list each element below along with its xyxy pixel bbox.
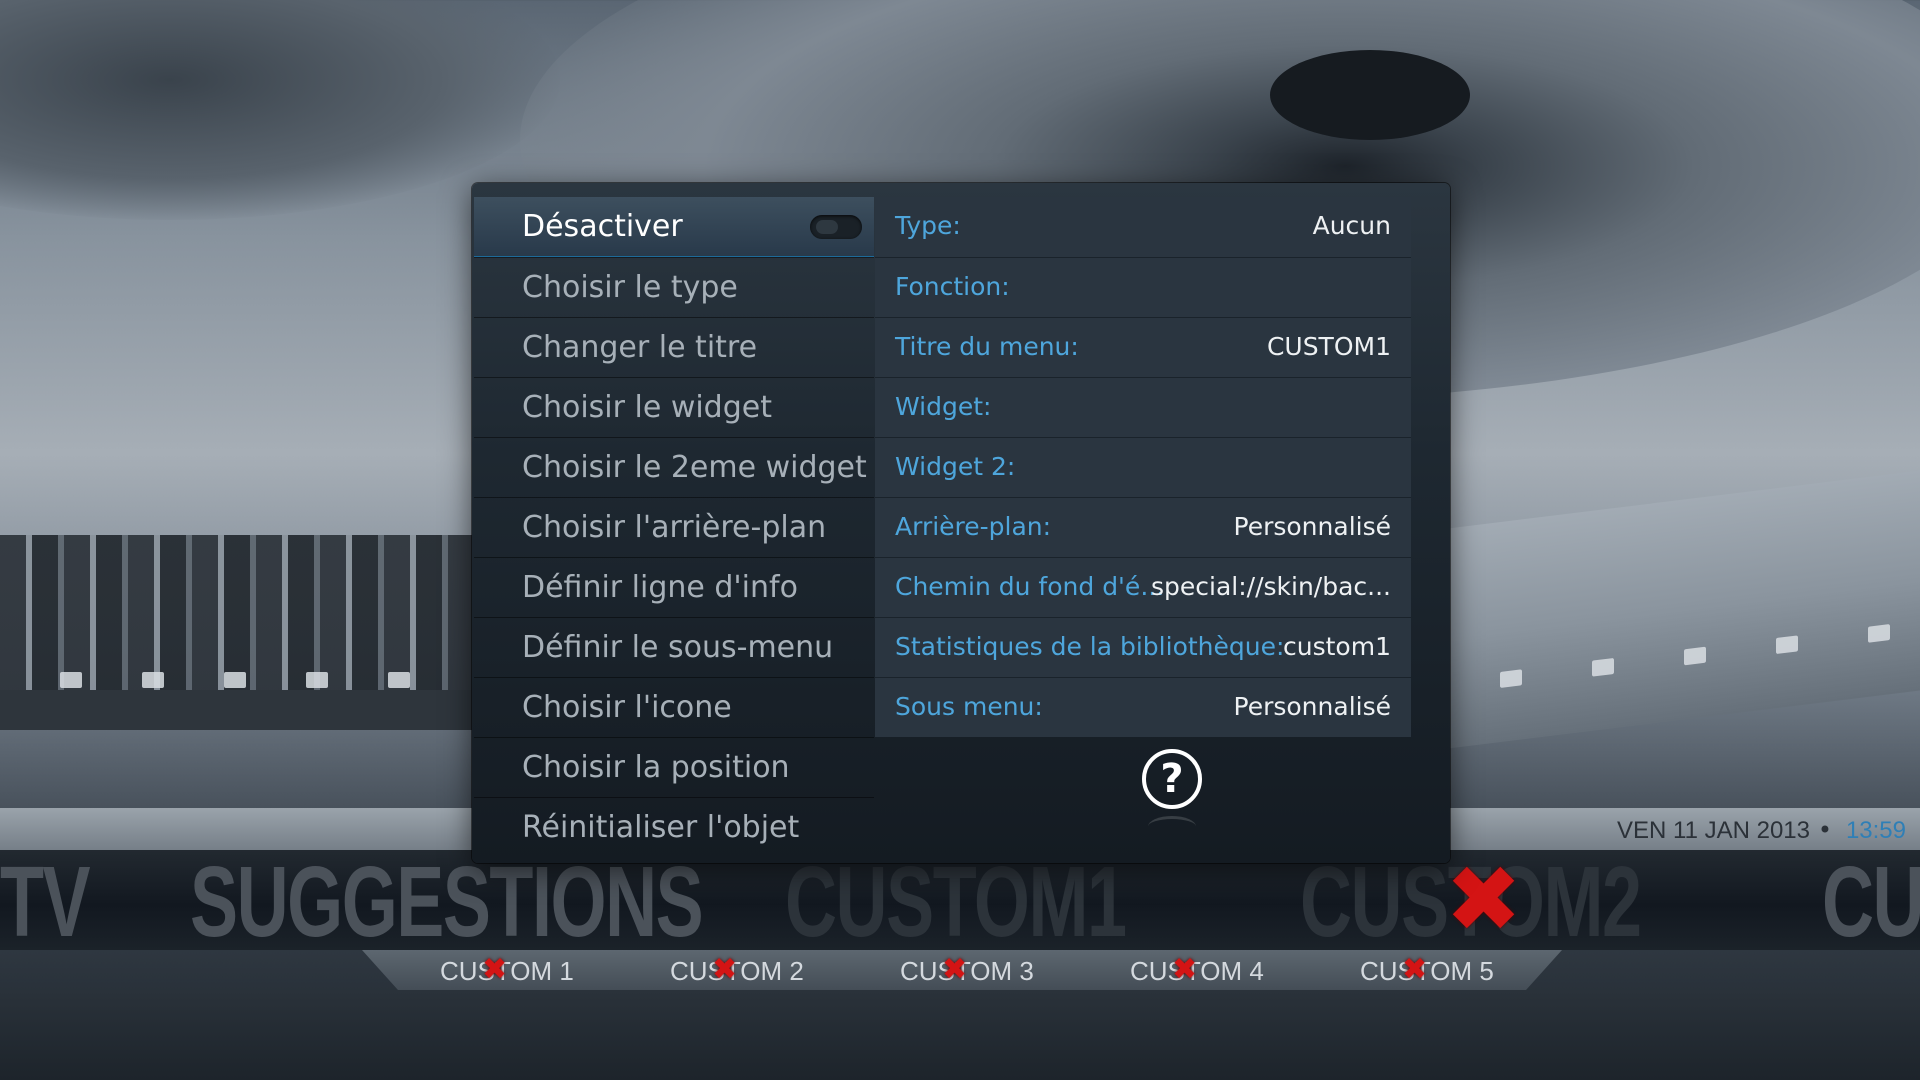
menu-item-label: Choisir le 2eme widget [522, 450, 867, 485]
date-label: VEN 11 JAN 2013 [1617, 817, 1810, 844]
main-menu-item-next[interactable]: CU [1822, 852, 1920, 952]
menu-item-label: Définir ligne d'info [522, 570, 798, 605]
delete-marker-icon: ✖ [712, 952, 738, 987]
property-label: Type: [895, 211, 961, 240]
film-strip-left-edge [0, 690, 480, 730]
main-menu-item-custom1[interactable]: CUSTOM1 [785, 852, 1127, 952]
property-label: Statistiques de la bibliothèque: [895, 632, 1285, 661]
clock-time: 13:59 [1845, 817, 1906, 844]
menu-item-label: Choisir l'icone [522, 690, 732, 725]
property-row-widget-2: Widget 2: [875, 437, 1411, 497]
property-value: CUSTOM1 [1266, 332, 1391, 361]
property-value: Aucun [1312, 211, 1391, 240]
menu-item-desactiver[interactable]: Désactiver [474, 197, 874, 257]
property-row-arriere-plan: Arrière-plan: Personnalisé [875, 497, 1411, 557]
menu-item-label: Changer le titre [522, 330, 758, 365]
main-menu-bar: TV SUGGESTIONS CUSTOM1 CUSTOM2 CU ✖ [0, 846, 1920, 953]
main-menu-item-tv[interactable]: TV [0, 852, 91, 952]
property-label: Titre du menu: [895, 332, 1079, 361]
property-value: custom1 [1283, 632, 1391, 661]
property-value: special://skin/bac... [1151, 572, 1391, 601]
property-label: Chemin du fond d'é... [895, 572, 1165, 601]
film-sprocket-holes [60, 672, 410, 688]
menu-item-choisir-arriere-plan[interactable]: Choisir l'arrière-plan [474, 497, 874, 557]
property-value: Personnalisé [1233, 692, 1391, 721]
delete-marker-icon: ✖ [1402, 952, 1428, 987]
menu-item-choisir-position[interactable]: Choisir la position [474, 737, 874, 797]
menu-item-label: Choisir la position [522, 750, 790, 785]
main-menu-item-suggestions[interactable]: SUGGESTIONS [190, 852, 704, 952]
delete-marker-icon: ✖ [482, 952, 508, 987]
property-label: Sous menu: [895, 692, 1043, 721]
menu-item-choisir-icone[interactable]: Choisir l'icone [474, 677, 874, 737]
property-value: Personnalisé [1233, 512, 1391, 541]
delete-marker-icon: ✖ [1172, 952, 1198, 987]
delete-marker-icon: ✖ [942, 952, 968, 987]
property-label: Fonction: [895, 272, 1010, 301]
menu-item-label: Réinitialiser l'objet [522, 810, 800, 845]
options-menu: Désactiver Choisir le type Changer le ti… [474, 197, 874, 857]
menu-item-definir-sous-menu[interactable]: Définir le sous-menu [474, 617, 874, 677]
separator-dot: • [1817, 816, 1832, 844]
context-dialog: Désactiver Choisir le type Changer le ti… [472, 183, 1450, 863]
property-row-fonction: Fonction: [875, 257, 1411, 317]
menu-item-definir-ligne-info[interactable]: Définir ligne d'info [474, 557, 874, 617]
bottom-shade [0, 990, 1920, 1080]
delete-marker-icon: ✖ [1445, 846, 1523, 953]
property-label: Widget 2: [895, 452, 1016, 481]
property-row-chemin-fond: Chemin du fond d'é... special://skin/bac… [875, 557, 1411, 617]
film-reel-hub [1270, 50, 1470, 140]
menu-item-label: Choisir l'arrière-plan [522, 510, 827, 545]
property-row-titre-menu: Titre du menu: CUSTOM1 [875, 317, 1411, 377]
help-reflection [1148, 816, 1196, 837]
disable-toggle[interactable] [810, 215, 862, 239]
property-label: Arrière-plan: [895, 512, 1052, 541]
property-row-widget: Widget: [875, 377, 1411, 437]
properties-panel: Type: Aucun Fonction: Titre du menu: CUS… [875, 197, 1411, 737]
menu-item-label: Choisir le type [522, 270, 738, 305]
menu-item-choisir-widget[interactable]: Choisir le widget [474, 377, 874, 437]
sub-menu-bar: CUSTOM 1 CUSTOM 2 CUSTOM 3 CUSTOM 4 CUST… [362, 950, 1562, 990]
property-row-type: Type: Aucun [875, 197, 1411, 257]
property-row-sous-menu: Sous menu: Personnalisé [875, 677, 1411, 737]
menu-item-reinitialiser-objet[interactable]: Réinitialiser l'objet [474, 797, 874, 857]
property-label: Widget: [895, 392, 992, 421]
menu-item-label: Désactiver [522, 209, 683, 244]
menu-item-choisir-2eme-widget[interactable]: Choisir le 2eme widget [474, 437, 874, 497]
question-circle-icon[interactable]: ? [1142, 749, 1202, 809]
menu-item-changer-titre[interactable]: Changer le titre [474, 317, 874, 377]
menu-item-choisir-type[interactable]: Choisir le type [474, 257, 874, 317]
film-strip-right [1440, 470, 1920, 750]
menu-item-label: Choisir le widget [522, 390, 772, 425]
menu-item-label: Définir le sous-menu [522, 630, 834, 665]
property-row-statistiques: Statistiques de la bibliothèque: custom1 [875, 617, 1411, 677]
